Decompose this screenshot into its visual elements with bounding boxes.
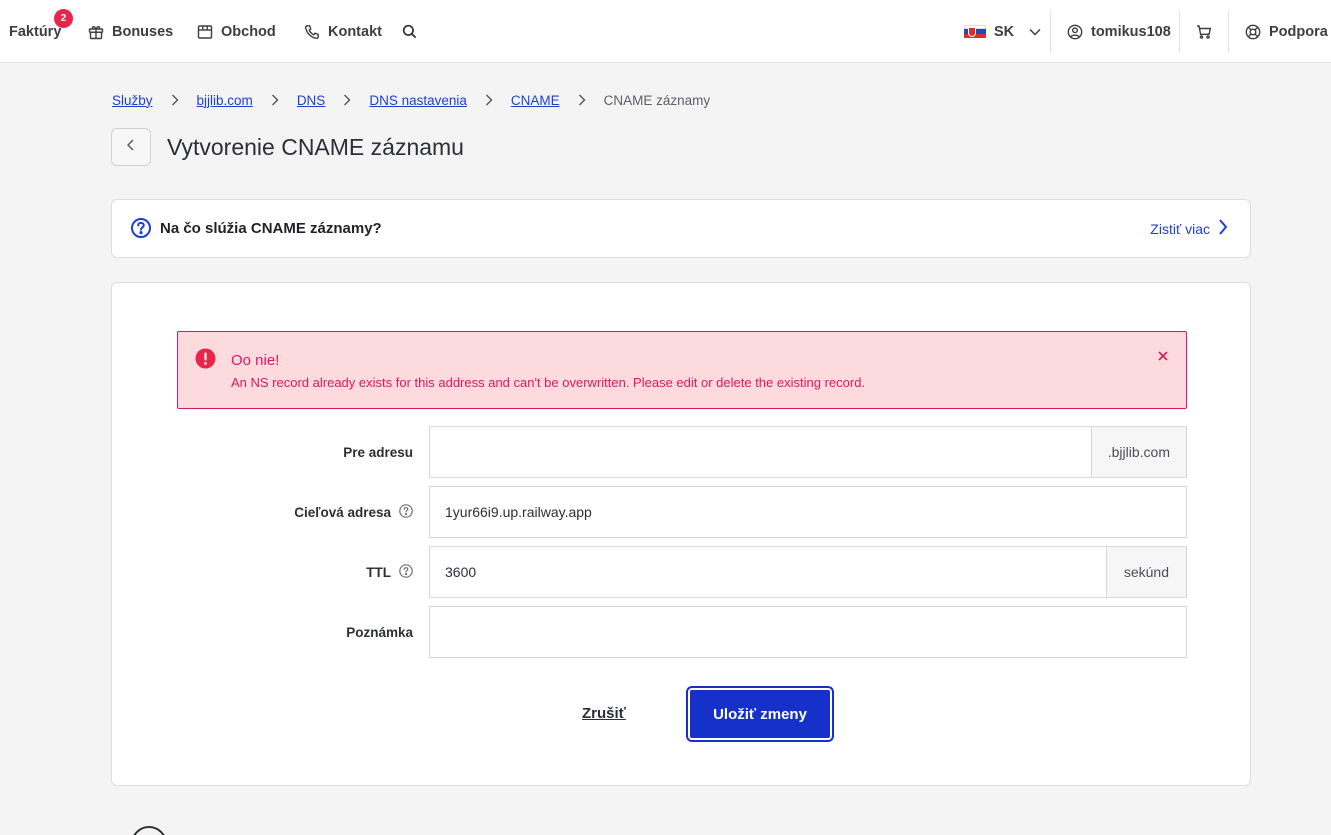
- note-label: Poznámka: [346, 624, 413, 640]
- note-field: [429, 606, 1187, 658]
- ttl-input[interactable]: [430, 547, 1106, 597]
- nav-bonuses[interactable]: Bonuses: [88, 0, 173, 63]
- alert-title: Oo nie!: [231, 352, 280, 369]
- user-circle-icon: [1067, 24, 1083, 40]
- info-title: Na čo slúžia CNAME záznamy?: [160, 220, 382, 237]
- language-code: SK: [994, 23, 1015, 40]
- chevron-right-icon: [578, 94, 586, 106]
- close-icon[interactable]: [1157, 349, 1169, 367]
- gift-icon: [88, 24, 104, 40]
- partial-circle-icon: [131, 826, 167, 835]
- note-label-row: Poznámka: [172, 606, 413, 658]
- chevron-right-icon: [171, 94, 179, 106]
- address-label-row: Pre adresu: [172, 426, 413, 478]
- ttl-field: sekúnd: [429, 546, 1187, 598]
- chevron-down-icon: [1028, 25, 1042, 39]
- breadcrumb-link-services[interactable]: Služby: [112, 93, 153, 108]
- slovakia-flag-icon: [964, 24, 986, 39]
- ttl-label-row: TTL: [172, 546, 413, 598]
- chevron-right-icon: [1218, 218, 1228, 239]
- chevron-left-icon: [126, 138, 136, 157]
- exclamation-circle-icon: [195, 348, 216, 374]
- address-suffix: .bjjlib.com: [1090, 427, 1186, 477]
- nav-support[interactable]: Podpora: [1245, 0, 1328, 63]
- ttl-label: TTL: [366, 564, 391, 580]
- cname-info-card[interactable]: Na čo slúžia CNAME záznamy? Zistiť viac: [111, 199, 1251, 258]
- back-button[interactable]: [111, 128, 151, 166]
- topbar-divider: [1179, 10, 1180, 53]
- help-icon[interactable]: [399, 563, 413, 581]
- breadcrumb-link-dns-settings[interactable]: DNS nastavenia: [369, 93, 467, 108]
- top-navigation-bar: Faktúry 2 Bonuses Obchod Kontakt SK tomi…: [0, 0, 1331, 63]
- nav-invoices-label: Faktúry: [9, 23, 62, 40]
- nav-invoices[interactable]: Faktúry: [9, 0, 61, 63]
- nav-support-label: Podpora: [1269, 23, 1328, 40]
- chevron-right-icon: [271, 94, 279, 106]
- cart-icon: [1196, 24, 1212, 40]
- nav-shop-label: Obchod: [221, 23, 276, 40]
- learn-more-link[interactable]: Zistiť viac: [1150, 218, 1228, 239]
- ttl-suffix: sekúnd: [1105, 547, 1186, 597]
- nav-shop[interactable]: Obchod: [197, 0, 276, 63]
- learn-more-label: Zistiť viac: [1150, 220, 1210, 237]
- target-input[interactable]: [430, 487, 1186, 537]
- target-label: Cieľová adresa: [294, 504, 391, 520]
- error-alert: Oo nie! An NS record already exists for …: [177, 331, 1187, 409]
- nav-contact[interactable]: Kontakt: [304, 0, 382, 63]
- topbar-divider: [1228, 10, 1229, 53]
- language-selector[interactable]: SK: [964, 0, 1042, 63]
- note-input[interactable]: [430, 607, 1186, 657]
- cname-form-card: Oo nie! An NS record already exists for …: [111, 282, 1251, 786]
- invoices-count-badge: 2: [54, 9, 73, 28]
- save-button[interactable]: Uložiť zmeny: [686, 686, 834, 742]
- help-icon[interactable]: [399, 503, 413, 521]
- user-account-menu[interactable]: tomikus108: [1067, 0, 1171, 63]
- alert-message: An NS record already exists for this add…: [231, 375, 866, 390]
- nav-bonuses-label: Bonuses: [112, 23, 174, 40]
- nav-contact-label: Kontakt: [328, 23, 382, 40]
- breadcrumb-current: CNAME záznamy: [603, 92, 711, 108]
- question-circle-icon: [130, 217, 152, 244]
- store-icon: [197, 24, 213, 40]
- search-button[interactable]: [402, 0, 417, 63]
- username-label: tomikus108: [1091, 23, 1171, 40]
- chevron-right-icon: [485, 94, 493, 106]
- target-label-row: Cieľová adresa: [172, 486, 413, 538]
- target-field: [429, 486, 1187, 538]
- topbar-divider: [1050, 10, 1051, 53]
- page-title: Vytvorenie CNAME záznamu: [167, 134, 464, 160]
- phone-icon: [304, 24, 320, 40]
- breadcrumb-link-cname[interactable]: CNAME: [511, 93, 560, 108]
- address-field: .bjjlib.com: [429, 426, 1187, 478]
- breadcrumb: Služby bjjlib.com DNS DNS nastavenia CNA…: [112, 90, 710, 110]
- breadcrumb-link-domain[interactable]: bjjlib.com: [197, 93, 253, 108]
- lifebuoy-icon: [1245, 24, 1261, 40]
- address-label: Pre adresu: [343, 444, 413, 460]
- address-input[interactable]: [430, 427, 1091, 477]
- cart-button[interactable]: [1196, 0, 1212, 63]
- search-icon: [402, 24, 417, 39]
- breadcrumb-link-dns[interactable]: DNS: [297, 93, 326, 108]
- cancel-button[interactable]: Zrušiť: [582, 705, 626, 722]
- chevron-right-icon: [343, 94, 351, 106]
